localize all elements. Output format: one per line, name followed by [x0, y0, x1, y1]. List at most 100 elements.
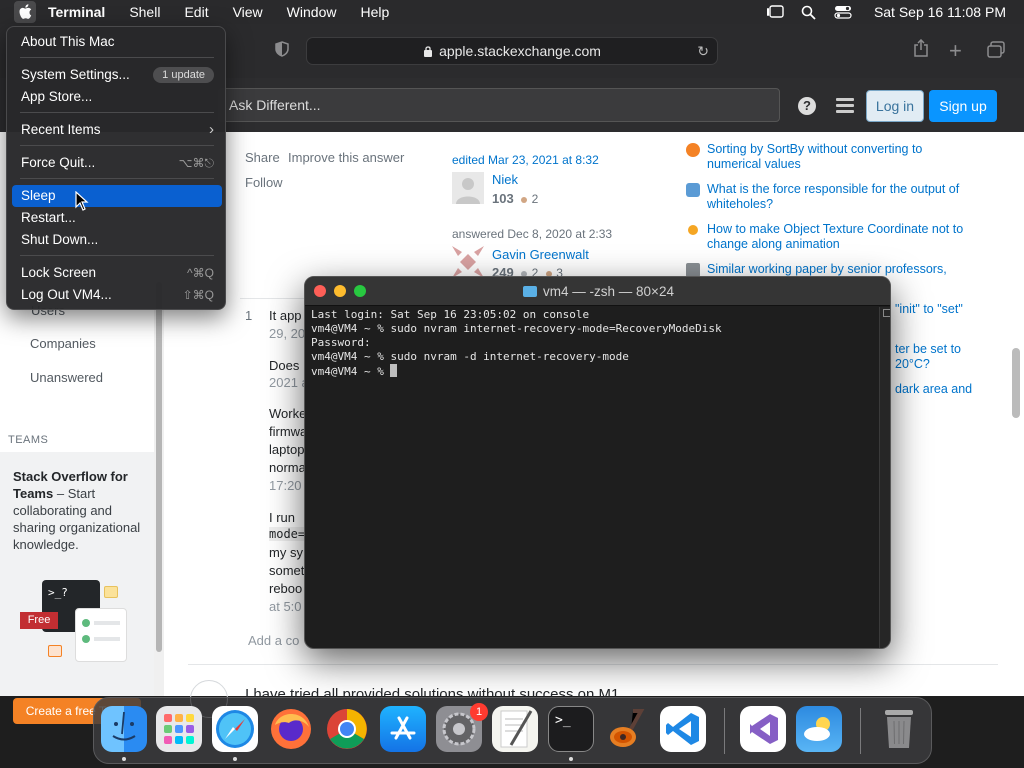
comment-text: I run — [269, 510, 296, 525]
menu-sleep[interactable]: Sleep — [12, 185, 222, 207]
chrome-icon[interactable] — [324, 706, 370, 752]
menu-about-this-mac[interactable]: About This Mac — [12, 31, 222, 53]
comment-text: laptop — [269, 442, 305, 457]
garageband-icon[interactable] — [604, 706, 650, 752]
notification-badge: 1 — [470, 703, 488, 721]
control-center-icon[interactable] — [832, 3, 854, 21]
menu-shut-down[interactable]: Shut Down... — [12, 229, 222, 251]
hot-question-link[interactable]: What is the force responsible for the ou… — [686, 182, 976, 212]
hot-question-link[interactable]: dark area and — [895, 382, 985, 397]
menu-edit[interactable]: Edit — [172, 0, 220, 24]
site-switcher-icon[interactable] — [836, 98, 854, 114]
terminal-output[interactable]: Last login: Sat Sep 16 23:05:02 on conso… — [311, 308, 876, 379]
terminal-line: vm4@VM4 ~ % sudo nvram -d internet-recov… — [311, 350, 629, 363]
edited-timestamp[interactable]: edited Mar 23, 2021 at 8:32 — [452, 153, 599, 167]
site-favicon-icon — [686, 263, 700, 277]
improve-answer-link[interactable]: Improve this answer — [288, 150, 404, 165]
tab-overview-icon[interactable] — [987, 41, 1005, 63]
login-button[interactable]: Log in — [866, 90, 924, 122]
menu-separator — [20, 178, 214, 179]
comment-text: reboo — [269, 581, 303, 596]
author-name[interactable]: Gavin Greenwalt — [492, 247, 589, 262]
menu-app-name[interactable]: Terminal — [36, 0, 117, 24]
page-scrollbar[interactable] — [1012, 348, 1020, 418]
teams-promo: Stack Overflow for Teams – Start collabo… — [0, 452, 154, 724]
editor-name[interactable]: Niek — [492, 172, 518, 187]
update-badge: 1 update — [153, 67, 214, 83]
hot-question-item[interactable]: What is the force responsible for the ou… — [686, 182, 976, 212]
menu-item-label: App Store... — [21, 89, 93, 104]
author-avatar[interactable] — [452, 246, 484, 278]
menu-shortcut: ⇧⌘Q — [182, 288, 214, 302]
menu-view[interactable]: View — [221, 0, 275, 24]
teams-heading: TEAMS — [8, 434, 49, 446]
menu-recent-items[interactable]: Recent Items › — [12, 119, 222, 141]
hot-question-link[interactable]: "init" to "set" — [895, 302, 985, 317]
share-icon[interactable] — [913, 38, 929, 63]
address-bar[interactable]: apple.stackexchange.com ↻ — [306, 37, 718, 65]
menu-app-store[interactable]: App Store... — [12, 86, 222, 108]
minimize-window-button[interactable] — [334, 285, 346, 297]
stage-manager-icon[interactable] — [764, 3, 786, 21]
menu-item-label: About This Mac — [21, 34, 115, 49]
menu-force-quit[interactable]: Force Quit... ⌥⌘⎋ — [12, 152, 222, 174]
textedit-icon[interactable] — [492, 706, 538, 752]
signup-button[interactable]: Sign up — [929, 90, 997, 122]
hot-question-item[interactable]: How to make Object Texture Coordinate no… — [686, 222, 976, 252]
comment-text: norma — [269, 460, 306, 475]
privacy-shield-icon[interactable] — [275, 41, 289, 62]
menu-shell[interactable]: Shell — [117, 0, 172, 24]
visual-studio-icon[interactable] — [740, 706, 786, 752]
site-search-input[interactable]: Ask Different... — [218, 88, 780, 122]
share-link[interactable]: Share — [245, 150, 280, 165]
nav-unanswered[interactable]: Unanswered — [30, 370, 103, 385]
finder-icon[interactable] — [101, 706, 147, 752]
menu-item-label: Restart... — [21, 210, 76, 225]
chat-bubble-icon — [48, 645, 62, 657]
teams-promo-text: Stack Overflow for Teams – Start collabo… — [13, 468, 143, 553]
hot-question-link[interactable]: How to make Object Texture Coordinate no… — [686, 222, 976, 252]
hot-question-item[interactable]: Sorting by SortBy without converting to … — [686, 142, 976, 172]
menu-clock[interactable]: Sat Sep 16 11:08 PM — [874, 4, 1006, 20]
menu-item-label: System Settings... — [21, 67, 130, 82]
terminal-prompt-line: vm4@VM4 ~ % — [311, 364, 876, 379]
comment-text: Does — [269, 358, 300, 373]
safari-icon[interactable] — [212, 706, 258, 752]
add-comment-link[interactable]: Add a co — [248, 633, 299, 648]
help-icon[interactable]: ? — [798, 97, 816, 115]
hot-question-item[interactable]: Similar working paper by senior professo… — [686, 262, 976, 277]
answered-timestamp: answered Dec 8, 2020 at 2:33 — [452, 227, 613, 241]
comment-vote-count: 1 — [245, 308, 253, 323]
chevron-right-icon: › — [209, 121, 214, 138]
hot-question-link[interactable]: Sorting by SortBy without converting to … — [686, 142, 976, 172]
close-window-button[interactable] — [314, 285, 326, 297]
hot-question-link[interactable]: Similar working paper by senior professo… — [686, 262, 976, 277]
menu-restart[interactable]: Restart... — [12, 207, 222, 229]
menu-log-out[interactable]: Log Out VM4... ⇧⌘Q — [12, 284, 222, 306]
terminal-window[interactable]: vm4 — -zsh — 80×24 Last login: Sat Sep 1… — [304, 276, 891, 649]
apple-menu-icon[interactable] — [14, 1, 36, 23]
terminal-titlebar[interactable]: vm4 — -zsh — 80×24 — [305, 277, 890, 306]
nav-companies[interactable]: Companies — [30, 336, 96, 351]
terminal-app-icon[interactable]: >_ — [548, 706, 594, 752]
hot-question-link[interactable]: 20°C? — [895, 357, 985, 372]
launchpad-icon[interactable] — [156, 706, 202, 752]
new-tab-icon[interactable]: + — [949, 38, 962, 64]
follow-link[interactable]: Follow — [245, 175, 283, 190]
reload-icon[interactable]: ↻ — [697, 43, 709, 60]
zoom-window-button[interactable] — [354, 285, 366, 297]
editor-avatar[interactable] — [452, 172, 484, 204]
app-store-icon[interactable] — [380, 706, 426, 752]
menu-help[interactable]: Help — [348, 0, 401, 24]
spotlight-search-icon[interactable] — [798, 3, 820, 21]
menu-lock-screen[interactable]: Lock Screen ^⌘Q — [12, 262, 222, 284]
trash-icon[interactable] — [876, 706, 922, 752]
menu-window[interactable]: Window — [275, 0, 349, 24]
dock: 1 >_ — [93, 697, 932, 764]
terminal-scrollbar[interactable] — [879, 307, 890, 648]
weather-icon[interactable] — [796, 706, 842, 752]
menu-system-settings[interactable]: System Settings... 1 update — [12, 64, 222, 86]
hot-question-link[interactable]: ter be set to — [895, 342, 985, 357]
firefox-icon[interactable] — [268, 706, 314, 752]
vscode-icon[interactable] — [660, 706, 706, 752]
